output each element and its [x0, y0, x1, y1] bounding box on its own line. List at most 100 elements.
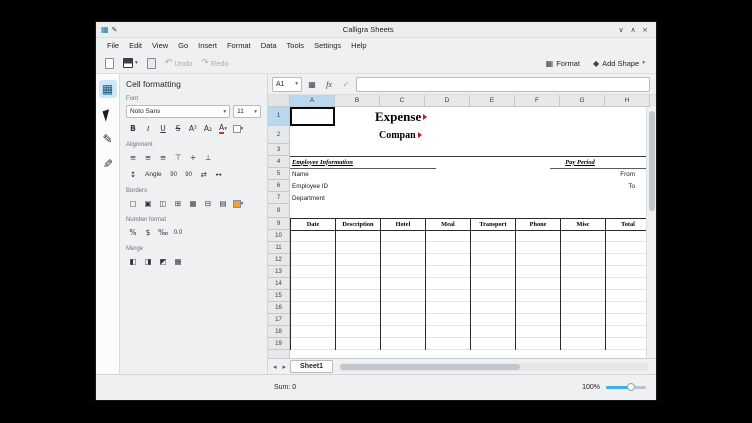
valign-middle-button[interactable]: + — [186, 151, 200, 164]
row-header-5[interactable]: 5 — [268, 168, 289, 180]
row-header-1[interactable]: 1 — [268, 107, 289, 126]
unmerge-cells-button[interactable]: ▦ — [171, 255, 185, 268]
menu-file[interactable]: File — [102, 39, 124, 52]
rotate-cw-button[interactable]: 90 — [182, 168, 196, 181]
row-header-7[interactable]: 7 — [268, 192, 289, 204]
row-header-2[interactable]: 2 — [268, 126, 289, 144]
column-header-F[interactable]: F — [515, 95, 560, 107]
menu-go[interactable]: Go — [173, 39, 193, 52]
text-color-button[interactable]: A ▾ — [216, 122, 230, 135]
menu-data[interactable]: Data — [256, 39, 282, 52]
decimals-format-button[interactable]: 0.0 — [171, 226, 185, 239]
row-header-13[interactable]: 13 — [268, 266, 289, 278]
column-header-D[interactable]: D — [425, 95, 470, 107]
tab-scroll-left-icon[interactable]: ◂ — [271, 363, 279, 371]
valign-top-button[interactable]: ⊤ — [171, 151, 185, 164]
align-center-button[interactable]: ≡ — [141, 151, 155, 164]
merge-cells-button[interactable]: ◧ — [126, 255, 140, 268]
percent-format-button[interactable]: % — [126, 226, 140, 239]
thousands-format-button[interactable]: ‰ — [156, 226, 170, 239]
pen-tool-icon[interactable]: ✎ — [99, 130, 117, 148]
subscript-button[interactable]: A₂ — [201, 122, 215, 135]
align-left-button[interactable]: ≡ — [126, 151, 140, 164]
font-size-select[interactable]: 11 ▾ — [233, 105, 261, 118]
currency-format-button[interactable]: $ — [141, 226, 155, 239]
apply-formula-button[interactable]: ✓ — [339, 77, 353, 91]
close-button[interactable]: × — [639, 26, 651, 34]
italic-button[interactable]: I — [141, 122, 155, 135]
border-none-button[interactable]: ▢ — [126, 197, 140, 210]
column-header-A[interactable]: A — [290, 95, 335, 107]
row-header-8[interactable]: 8 — [268, 204, 289, 218]
row-header-14[interactable]: 14 — [268, 278, 289, 290]
row-header-12[interactable]: 12 — [268, 254, 289, 266]
horizontal-scrollbar[interactable] — [339, 362, 649, 371]
border-top-button[interactable]: ▤ — [216, 197, 230, 210]
named-range-button[interactable]: ▦ — [305, 77, 319, 91]
column-header-B[interactable]: B — [335, 95, 380, 107]
menu-view[interactable]: View — [147, 39, 173, 52]
border-color-button[interactable]: ▾ — [231, 197, 245, 210]
tab-scroll-right-icon[interactable]: ▸ — [281, 363, 289, 371]
tab-sheet1[interactable]: Sheet1 — [290, 360, 333, 373]
row-header-19[interactable]: 19 — [268, 338, 289, 350]
zoom-slider[interactable] — [606, 383, 646, 391]
merge-vertical-button[interactable]: ◩ — [156, 255, 170, 268]
column-header-C[interactable]: C — [380, 95, 425, 107]
format-button[interactable]: ▦ Format — [541, 57, 585, 70]
border-outline-button[interactable]: ▣ — [141, 197, 155, 210]
angle-button[interactable]: Angle — [141, 168, 166, 181]
menu-edit[interactable]: Edit — [124, 39, 147, 52]
select-all-corner[interactable] — [268, 95, 290, 107]
superscript-button[interactable]: A² — [186, 122, 200, 135]
active-cell-selection[interactable] — [290, 107, 335, 126]
minimize-button[interactable]: ∨ — [615, 26, 627, 34]
fill-color-button[interactable]: ▾ — [231, 122, 245, 135]
border-horizontal-button[interactable]: ⊟ — [201, 197, 215, 210]
pin-icon[interactable]: ✎ — [112, 26, 118, 34]
new-document-button[interactable] — [102, 56, 117, 71]
vertical-scrollbar[interactable] — [646, 107, 656, 358]
cell-reference-box[interactable]: A1 ▾ — [272, 76, 302, 92]
row-header-10[interactable]: 10 — [268, 230, 289, 242]
line-tool-icon[interactable]: ✎ — [99, 155, 117, 173]
border-inside-button[interactable]: ▦ — [186, 197, 200, 210]
decrease-indent-button[interactable]: ⇄ — [197, 168, 211, 181]
maximize-button[interactable]: ∧ — [627, 26, 639, 34]
row-header-3[interactable]: 3 — [268, 144, 289, 156]
column-header-G[interactable]: G — [560, 95, 605, 107]
column-header-E[interactable]: E — [470, 95, 515, 107]
vertical-scrollbar-handle[interactable] — [649, 111, 655, 211]
cell-format-docker-icon[interactable]: ▦ — [98, 80, 117, 98]
row-header-4[interactable]: 4 — [268, 156, 289, 168]
row-header-9[interactable]: 9 — [268, 218, 289, 230]
selection-tool-icon[interactable] — [99, 105, 117, 123]
underline-button[interactable]: U — [156, 122, 170, 135]
save-button[interactable]: ▾ — [120, 56, 141, 70]
rotate-ccw-button[interactable]: 90 — [167, 168, 181, 181]
formula-input[interactable] — [356, 76, 650, 92]
font-family-select[interactable]: Noto Sans ▾ — [126, 105, 231, 118]
horizontal-scrollbar-handle[interactable] — [340, 363, 520, 370]
export-button[interactable] — [144, 56, 159, 71]
zoom-slider-handle[interactable] — [626, 383, 635, 391]
redo-button[interactable]: ↷ Redo — [198, 57, 231, 70]
menu-tools[interactable]: Tools — [282, 39, 310, 52]
row-header-17[interactable]: 17 — [268, 314, 289, 326]
vertical-text-button[interactable]: ↕ — [126, 168, 140, 181]
add-shape-button[interactable]: ◆ Add Shape ▾ — [588, 57, 650, 70]
menu-format[interactable]: Format — [222, 39, 256, 52]
bold-button[interactable]: B — [126, 122, 140, 135]
save-dropdown-arrow[interactable]: ▾ — [135, 60, 138, 66]
border-all-button[interactable]: ⊞ — [171, 197, 185, 210]
strikethrough-button[interactable]: S — [171, 122, 185, 135]
valign-bottom-button[interactable]: ⊥ — [201, 151, 215, 164]
menu-insert[interactable]: Insert — [193, 39, 222, 52]
row-header-11[interactable]: 11 — [268, 242, 289, 254]
row-header-16[interactable]: 16 — [268, 302, 289, 314]
titlebar[interactable]: ▦ ✎ Calligra Sheets ∨ ∧ × — [96, 22, 656, 38]
row-header-15[interactable]: 15 — [268, 290, 289, 302]
column-header-H[interactable]: H — [605, 95, 650, 107]
menu-settings[interactable]: Settings — [309, 39, 346, 52]
undo-button[interactable]: ↶ Undo — [162, 57, 195, 70]
